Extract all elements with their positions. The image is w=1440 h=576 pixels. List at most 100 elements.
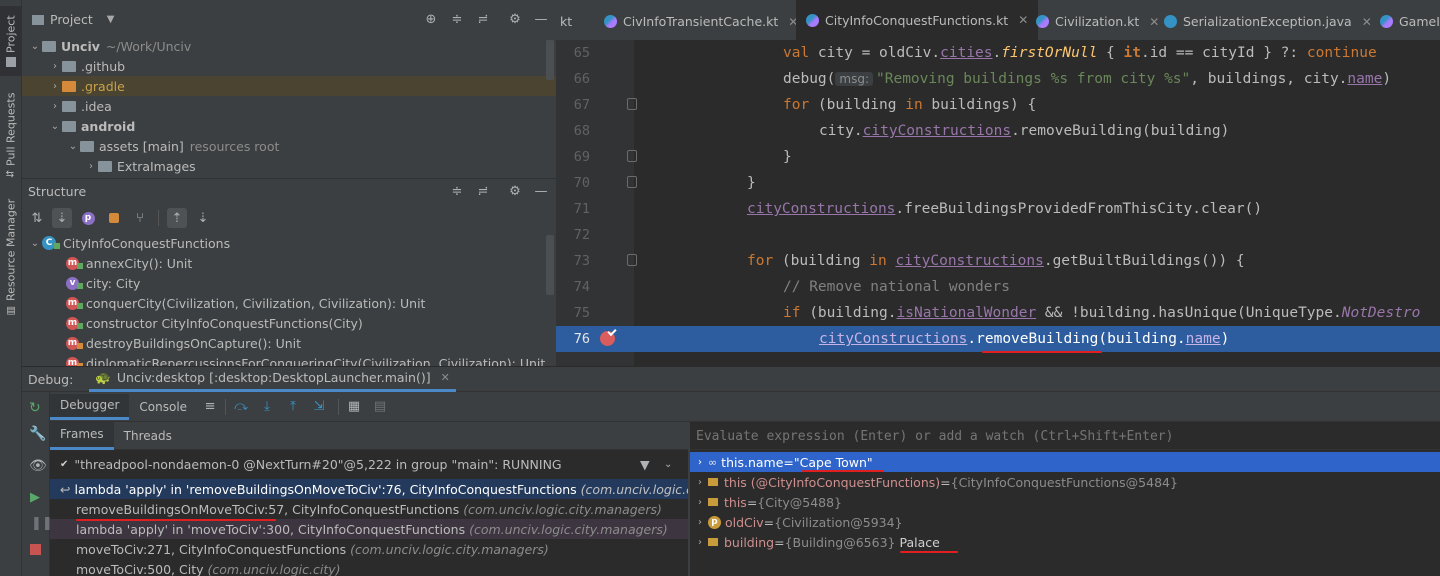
expand-all-icon[interactable]: ≑ <box>450 184 464 199</box>
bug-icon: 🐢 <box>95 369 111 385</box>
chevron-down-icon: ⌄ <box>68 140 78 152</box>
tab-civilization[interactable]: Civilization.kt ✕ <box>1026 0 1169 42</box>
structure-item[interactable]: m constructor CityInfoConquestFunctions(… <box>22 313 546 333</box>
tree-item-idea[interactable]: › .idea <box>22 96 556 116</box>
pull-requests-tool-button[interactable]: ⇵ Pull Requests <box>0 90 22 180</box>
fold-marker-icon[interactable] <box>627 98 637 110</box>
rerun-icon[interactable]: ↻ <box>29 400 41 416</box>
param-icon: p <box>708 515 721 529</box>
hide-icon[interactable]: — <box>534 184 548 199</box>
frame-row[interactable]: lambda 'apply' in 'moveToCiv':300, CityI… <box>50 519 688 539</box>
settings-wrench-icon[interactable]: 🔧 <box>29 426 46 442</box>
folder-icon <box>6 56 16 67</box>
tree-item-unciv[interactable]: ⌄ Unciv ~/Work/Unciv <box>22 36 556 56</box>
show-non-public-icon[interactable] <box>104 208 124 228</box>
gear-icon[interactable]: ⚙ <box>508 184 522 199</box>
gear-icon[interactable]: ⚙ <box>508 12 522 27</box>
project-tool-button[interactable]: Project <box>0 6 22 76</box>
autoscroll-from-source-icon[interactable]: ⇣ <box>193 208 213 228</box>
resource-icon: ▤ <box>5 304 17 316</box>
locate-icon[interactable]: ⊕ <box>424 12 438 27</box>
hide-icon[interactable]: — <box>534 12 548 27</box>
tab-threads[interactable]: Threads <box>114 422 182 450</box>
tab-cityinfoconquestfunctions[interactable]: CityInfoConquestFunctions.kt ✕ <box>796 0 1039 42</box>
evaluate-input[interactable] <box>696 429 1396 444</box>
trace-icon[interactable]: ▤ <box>373 399 387 414</box>
variables-panel: › ∞ this.name = "Cape Town" › this (@Cit… <box>690 422 1440 576</box>
collapse-all-icon[interactable]: ≓ <box>476 184 490 199</box>
thread-selector[interactable]: ✔ "threadpool-nondaemon-0 @NextTurn#20"@… <box>50 453 688 475</box>
variable-row[interactable]: › this (@CityInfoConquestFunctions) = {C… <box>690 472 1440 492</box>
evaluate-icon[interactable]: ▦ <box>347 399 361 414</box>
tab-serializationexception[interactable]: SerializationException.java ✕ <box>1154 0 1382 42</box>
field-icon <box>708 538 718 546</box>
filter-icon[interactable]: ▼ <box>640 457 650 472</box>
variable-row[interactable]: › p oldCiv = {Civilization@5934} <box>690 512 1440 532</box>
kotlin-file-icon <box>1380 15 1393 28</box>
autoscroll-to-source-icon[interactable]: ⇡ <box>167 208 187 228</box>
inherited-icon[interactable]: ⑂ <box>130 208 150 228</box>
chevron-right-icon: › <box>53 80 57 92</box>
tree-item-android[interactable]: ⌄ android <box>22 116 556 136</box>
frame-row[interactable]: moveToCiv:500, City (com.unciv.logic.cit… <box>50 559 688 576</box>
collapse-all-icon[interactable]: ≓ <box>476 12 490 27</box>
structure-toolbar: ⇅ ⇣ p ⑂ ⇡ ⇣ <box>28 207 213 229</box>
module-folder-icon <box>62 120 76 132</box>
menu-icon[interactable]: ≡ <box>203 399 217 414</box>
tab-frames[interactable]: Frames <box>50 422 114 450</box>
evaluate-expression-field[interactable] <box>690 424 1440 450</box>
chevron-down-icon[interactable]: ⌄ <box>664 459 672 470</box>
variable-row[interactable]: › this = {City@5488} <box>690 492 1440 512</box>
expand-all-icon[interactable]: ≑ <box>450 12 464 27</box>
toolbar-separator <box>158 210 159 226</box>
fold-marker-icon[interactable] <box>627 254 637 266</box>
code-line: 73 for (building in cityConstructions.ge… <box>573 253 1245 269</box>
tab-gamein[interactable]: GameIn <box>1370 0 1440 42</box>
public-lock-icon <box>77 263 83 269</box>
frame-row[interactable]: moveToCiv:271, CityInfoConquestFunctions… <box>50 539 688 559</box>
resource-manager-tool-button[interactable]: ▤ Resource Manager <box>0 198 22 316</box>
folder-icon <box>98 160 112 172</box>
tab-console[interactable]: Console <box>129 394 197 420</box>
fold-marker-icon[interactable] <box>627 176 637 188</box>
code-line: 69 } <box>573 149 792 165</box>
chevron-right-icon: › <box>89 160 93 172</box>
view-dropdown-icon[interactable]: ▼ <box>107 14 115 25</box>
sort-alpha-icon[interactable]: ⇅ <box>28 209 46 227</box>
close-icon[interactable]: ✕ <box>441 371 450 384</box>
tree-item-assets[interactable]: ⌄ assets [main] resources root <box>22 136 556 156</box>
show-properties-icon[interactable]: p <box>78 208 98 228</box>
code-editor[interactable]: 65 val city = oldCiv.cities.firstOrNull … <box>556 40 1440 366</box>
frame-row[interactable]: removeBuildingsOnMoveToCiv:57, CityInfoC… <box>50 499 688 519</box>
structure-root[interactable]: ⌄ C CityInfoConquestFunctions <box>22 233 546 253</box>
debug-session-tab[interactable]: 🐢 Unciv:desktop [:desktop:DesktopLaunche… <box>89 366 456 392</box>
stop-icon[interactable] <box>30 544 41 555</box>
run-to-cursor-icon[interactable]: ⇲ <box>312 399 326 414</box>
private-lock-icon <box>77 343 83 349</box>
step-over-icon[interactable]: ⤼ <box>234 399 248 414</box>
structure-item[interactable]: m annexCity(): Unit <box>22 253 546 273</box>
tree-item-github[interactable]: › .github <box>22 56 556 76</box>
project-scrollbar[interactable] <box>546 40 554 80</box>
sort-visibility-icon[interactable]: ⇣ <box>52 208 72 228</box>
view-icon[interactable]: 👁 <box>29 458 47 474</box>
chevron-right-icon: › <box>698 516 702 528</box>
structure-scrollbar[interactable] <box>546 235 554 295</box>
tree-item-extraimages[interactable]: › ExtraImages <box>22 156 556 176</box>
step-into-icon[interactable]: ⤓ <box>260 399 274 414</box>
tab-debugger[interactable]: Debugger <box>50 393 130 420</box>
resume-icon[interactable]: ▶ <box>30 490 40 505</box>
tab-partial[interactable]: kt <box>556 0 582 42</box>
code-line: 70 } <box>573 175 756 191</box>
step-out-icon[interactable]: ⤒ <box>286 399 300 414</box>
structure-panel-title: Structure <box>28 183 87 199</box>
variable-row-watch[interactable]: › ∞ this.name = "Cape Town" <box>690 452 1440 472</box>
structure-item[interactable]: m destroyBuildingsOnCapture(): Unit <box>22 333 546 353</box>
tree-item-gradle[interactable]: › .gradle <box>22 76 556 96</box>
structure-item[interactable]: m conquerCity(Civilization, Civilization… <box>22 293 546 313</box>
frame-row-current[interactable]: ↩ lambda 'apply' in 'removeBuildingsOnMo… <box>50 479 688 499</box>
tab-civinfotransientcache[interactable]: CivInfoTransientCache.kt ✕ <box>594 0 808 42</box>
fold-marker-icon[interactable] <box>627 150 637 162</box>
variable-row[interactable]: › building = {Building@6563} Palace <box>690 532 1440 552</box>
structure-item[interactable]: v city: City <box>22 273 546 293</box>
